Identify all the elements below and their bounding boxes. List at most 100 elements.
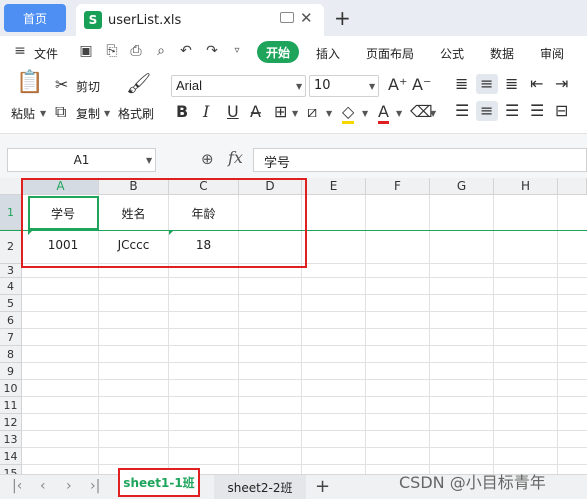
home-tab[interactable]: 首页 [4,4,66,32]
pattern-dropdown-icon[interactable]: ▼ [326,109,332,118]
italic-button[interactable]: I [203,103,209,121]
hamburger-icon[interactable]: ≡ [12,43,28,59]
col-header-h[interactable]: H [494,178,558,195]
border-icon[interactable]: ⊞ [274,103,287,121]
align-right-icon[interactable]: ☰ [505,102,519,120]
formula-bar: A1 ▼ ⊕ fx 学号 [0,134,587,178]
row-header-8[interactable]: 8 [0,346,22,363]
name-box-dropdown-icon[interactable]: ▼ [146,156,152,165]
fx-icon[interactable]: fx [228,148,243,167]
align-top-icon[interactable]: ≣ [455,75,468,93]
font-color-dropdown-icon[interactable]: ▼ [396,109,402,118]
size-dropdown-icon[interactable]: ▼ [369,82,375,91]
underline-button[interactable]: U [227,103,239,121]
select-all-corner[interactable] [0,178,23,195]
align-bottom-icon[interactable]: ≣ [505,75,518,93]
close-icon[interactable]: ✕ [300,9,313,27]
row-header-12[interactable]: 12 [0,414,22,431]
preview-icon[interactable]: ⌕ [153,43,169,59]
row-header-11[interactable]: 11 [0,397,22,414]
copy-button[interactable]: 复制 [76,105,100,122]
pattern-icon[interactable]: ⧄ [307,103,317,121]
border-dropdown-icon[interactable]: ▼ [292,109,298,118]
print-icon[interactable]: ⎙ [128,43,144,59]
next-sheet-icon[interactable]: › [66,478,72,494]
formula-input[interactable]: 学号 [253,148,587,172]
sheet-tab-active[interactable]: sheet1-1班 [118,468,200,497]
add-sheet-icon[interactable]: + [315,476,330,497]
indent-decrease-icon[interactable]: ⇤ [530,75,543,93]
increase-font-icon[interactable]: A⁺ [388,76,407,94]
paste-dropdown-icon[interactable]: ▼ [40,109,46,118]
menu-page-layout[interactable]: 页面布局 [366,45,414,62]
font-family-select[interactable]: Arial [171,75,306,97]
justify-icon[interactable]: ☰ [530,102,544,120]
grid-line [22,294,587,295]
align-left-icon[interactable]: ☰ [455,102,469,120]
window-icon[interactable] [280,12,294,23]
paste-button[interactable]: 粘贴 [11,105,35,122]
copy-dropdown-icon[interactable]: ▼ [104,109,110,118]
bold-button[interactable]: B [176,103,188,121]
menu-insert[interactable]: 插入 [316,45,340,62]
grid-line [22,413,587,414]
more-dropdown-icon[interactable]: ▿ [229,43,245,59]
prev-sheet-icon[interactable]: ‹ [40,478,46,494]
ribbon-toolbar: 📋 粘贴 ▼ ✂ 剪切 ⧉ 复制 ▼ 🖌 格式刷 Arial ▼ 10 ▼ A⁺… [0,68,587,134]
row-header-9[interactable]: 9 [0,363,22,380]
row-header-4[interactable]: 4 [0,278,22,295]
row-header-10[interactable]: 10 [0,380,22,397]
grid-line [557,195,558,474]
align-middle-icon[interactable]: ≡ [480,75,493,93]
col-header-i[interactable] [558,178,587,195]
grid-line [22,328,587,329]
cut-button[interactable]: 剪切 [76,78,100,95]
font-color-icon[interactable]: A [378,103,389,124]
sheet-tab-2[interactable]: sheet2-2班 [214,475,306,499]
row-header-13[interactable]: 13 [0,431,22,448]
decrease-font-icon[interactable]: A⁻ [412,76,431,94]
file-tab[interactable]: S userList.xls ✕ [76,4,324,36]
fill-color-icon[interactable]: ◇ [342,103,355,124]
name-box[interactable]: A1 [7,148,156,172]
row-header-15[interactable]: 15 [0,465,22,474]
align-center-icon[interactable]: ≡ [480,102,493,120]
zoom-search-icon[interactable]: ⊕ [201,150,214,168]
eraser-dropdown-icon[interactable]: ▼ [430,109,436,118]
row-header-6[interactable]: 6 [0,312,22,329]
distributed-icon[interactable]: ⊟ [555,102,568,120]
menu-file[interactable]: 文件 [34,45,58,62]
menu-formula[interactable]: 公式 [440,45,464,62]
fill-dropdown-icon[interactable]: ▼ [362,109,368,118]
format-painter-button[interactable]: 格式刷 [118,105,154,122]
new-tab-icon[interactable]: + [334,6,351,30]
font-dropdown-icon[interactable]: ▼ [296,82,302,91]
spreadsheet-grid[interactable]: A B C D E F G H 1 2 3 4 5 6 7 8 9 10 11 … [0,178,587,474]
menu-review[interactable]: 审阅 [540,45,564,62]
brush-icon: 🖌 [126,71,152,95]
paste-icon[interactable]: 📋 [16,72,43,94]
row-header-1[interactable]: 1 [0,195,22,230]
menu-bar: ≡ 文件 ▣ ⎘ ⎙ ⌕ ↶ ↷ ▿ 开始 插入 页面布局 公式 数据 审阅 [0,36,587,68]
menu-data[interactable]: 数据 [490,45,514,62]
col-header-e[interactable]: E [302,178,366,195]
row-header-14[interactable]: 14 [0,448,22,465]
redo-icon[interactable]: ↷ [204,43,220,59]
menu-start[interactable]: 开始 [257,41,299,63]
indent-increase-icon[interactable]: ⇥ [555,75,568,93]
spreadsheet-icon: S [84,11,102,29]
undo-icon[interactable]: ↶ [178,43,194,59]
grid-line [22,277,587,278]
export-icon[interactable]: ⎘ [104,43,120,59]
save-icon[interactable]: ▣ [78,43,94,59]
row-header-5[interactable]: 5 [0,295,22,312]
strikethrough-icon[interactable]: A̶ [250,103,261,121]
row-header-2[interactable]: 2 [0,230,22,264]
row-header-7[interactable]: 7 [0,329,22,346]
first-sheet-icon[interactable]: |‹ [12,478,22,494]
col-header-g[interactable]: G [430,178,494,195]
col-header-f[interactable]: F [366,178,430,195]
row-header-3[interactable]: 3 [0,264,22,278]
last-sheet-icon[interactable]: ›| [90,478,100,494]
grid-line [22,464,587,465]
